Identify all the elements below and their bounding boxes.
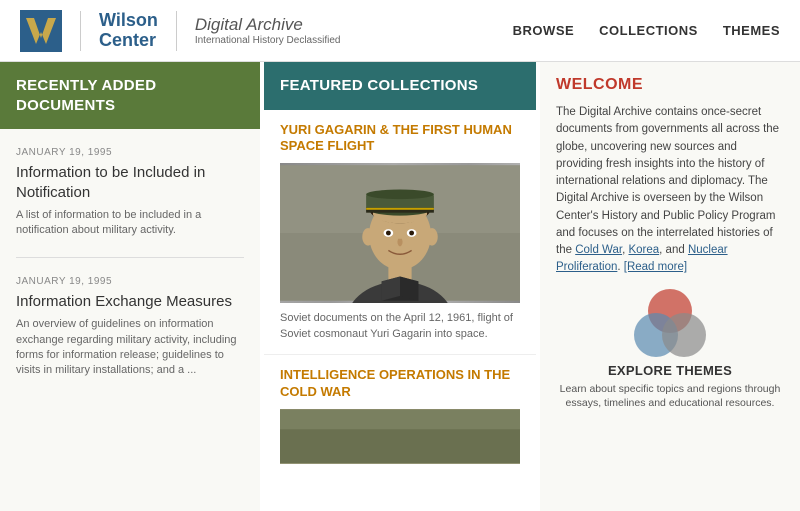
logo-divider2 xyxy=(176,11,177,51)
doc-item-1: JANUARY 19, 1995 Information to be Inclu… xyxy=(16,147,244,258)
doc-date-2: JANUARY 19, 1995 xyxy=(16,276,244,287)
middle-column: FEATURED COLLECTIONS YURI GAGARIN & THE … xyxy=(260,62,540,511)
explore-themes-section[interactable]: EXPLORE THEMES Learn about specific topi… xyxy=(556,289,784,411)
gagarin-image xyxy=(280,163,520,303)
doc-desc-1: A list of information to be included in … xyxy=(16,208,244,239)
korea-link[interactable]: Korea xyxy=(628,244,659,256)
nav-collections[interactable]: COLLECTIONS xyxy=(599,23,698,38)
doc-date-1: JANUARY 19, 1995 xyxy=(16,147,244,158)
featured-collections-heading: FEATURED COLLECTIONS xyxy=(264,62,536,110)
document-list: JANUARY 19, 1995 Information to be Inclu… xyxy=(0,129,260,511)
explore-heading: EXPLORE THEMES xyxy=(608,363,732,378)
nav-themes[interactable]: THEMES xyxy=(723,23,780,38)
doc-title-1[interactable]: Information to be Included in Notificati… xyxy=(16,163,244,202)
brand-name-text: Wilson Center xyxy=(99,11,158,51)
doc-desc-2: An overview of guidelines on information… xyxy=(16,317,244,379)
wilson-logo-w xyxy=(20,10,62,52)
welcome-heading: WELCOME xyxy=(556,76,784,94)
welcome-text: The Digital Archive contains once-secret… xyxy=(556,104,784,277)
nav-browse[interactable]: BROWSE xyxy=(513,23,575,38)
main-content: RECENTLY ADDED DOCUMENTS JANUARY 19, 199… xyxy=(0,62,800,511)
featured-title-gagarin: YURI GAGARIN & THE FIRST HUMAN SPACE FLI… xyxy=(280,122,520,156)
left-column: RECENTLY ADDED DOCUMENTS JANUARY 19, 199… xyxy=(0,62,260,511)
featured-item-gagarin[interactable]: YURI GAGARIN & THE FIRST HUMAN SPACE FLI… xyxy=(264,110,536,356)
coldwar-image xyxy=(280,409,520,464)
cold-war-link[interactable]: Cold War xyxy=(575,244,622,256)
read-more-link[interactable]: [Read more] xyxy=(624,261,687,273)
logo-divider xyxy=(80,11,81,51)
brand-name: Wilson Center xyxy=(99,11,158,51)
main-wrapper: RECENTLY ADDED DOCUMENTS JANUARY 19, 199… xyxy=(0,62,800,511)
gagarin-caption: Soviet documents on the April 12, 1961, … xyxy=(280,311,520,342)
logo-area: Wilson Center Digital Archive Internatio… xyxy=(20,10,340,52)
archive-subtitle: International History Declassified xyxy=(195,35,341,46)
doc-title-2[interactable]: Information Exchange Measures xyxy=(16,292,244,312)
explore-desc: Learn about specific topics and regions … xyxy=(556,382,784,411)
featured-item-coldwar[interactable]: INTELLIGENCE OPERATIONS IN THE COLD WAR xyxy=(264,355,536,476)
main-nav: BROWSE COLLECTIONS THEMES xyxy=(513,23,780,38)
archive-title: Digital Archive xyxy=(195,15,341,35)
archive-title-block: Digital Archive International History De… xyxy=(195,15,341,46)
site-header: Wilson Center Digital Archive Internatio… xyxy=(0,0,800,62)
venn-diagram xyxy=(625,289,715,359)
featured-title-coldwar: INTELLIGENCE OPERATIONS IN THE COLD WAR xyxy=(280,367,520,401)
right-column: WELCOME The Digital Archive contains onc… xyxy=(540,62,800,511)
doc-item-2: JANUARY 19, 1995 Information Exchange Me… xyxy=(16,276,244,397)
recently-added-heading: RECENTLY ADDED DOCUMENTS xyxy=(0,62,260,129)
